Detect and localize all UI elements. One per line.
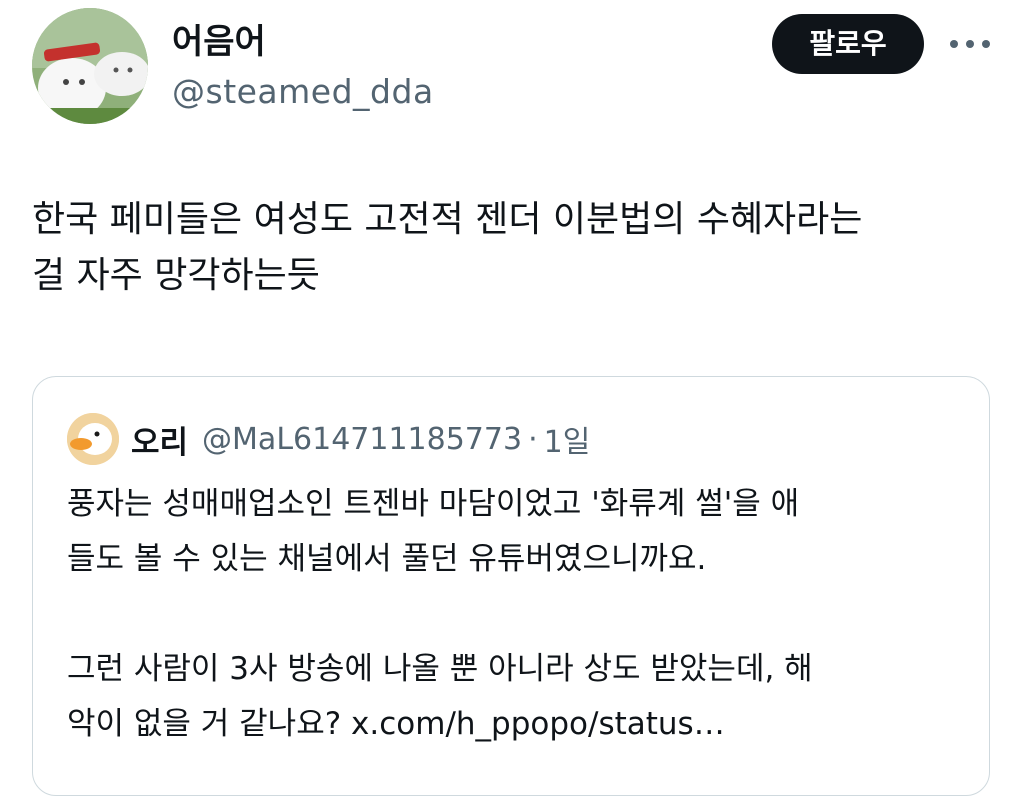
author-display-name[interactable]: 어음어 (172, 20, 266, 64)
tweet-text-line: 한국 페미들은 여성도 고전적 젠더 이분법의 수혜자라는 (32, 199, 863, 240)
follow-button[interactable]: 팔로우 (772, 14, 924, 74)
quote-text-line: 그런 사람이 3사 방송에 나올 뿐 아니라 상도 받았는데, 해 (67, 651, 813, 687)
duck-avatar-icon (67, 413, 119, 465)
quote-text-line: 풍자는 성매매업소인 트젠바 마담이었고 '화류계 썰'을 애 (67, 486, 800, 522)
quote-author-name[interactable]: 오리 (131, 417, 188, 462)
quote-author-avatar (67, 413, 119, 465)
quoted-tweet-card[interactable]: 오리 @MaL614711185773 · 1일 풍자는 성매매업소인 트젠바 … (32, 376, 990, 796)
more-horizontal-icon (950, 40, 990, 48)
quote-link[interactable]: x.com/h_ppopo/status… (351, 706, 725, 742)
more-options-button[interactable] (944, 28, 996, 60)
avatar-image (32, 8, 148, 124)
dot-separator: · (528, 421, 538, 457)
quote-text-line: 들도 볼 수 있는 채널에서 풀던 유튜버였으니까요. (67, 541, 707, 577)
quote-text-segment: 악이 없을 거 같나요? (67, 706, 352, 742)
quote-text-line: 악이 없을 거 같나요? x.com/h_ppopo/status… (67, 697, 957, 752)
tweet-text-line: 걸 자주 망각하는듯 (32, 255, 320, 296)
quote-author-handle[interactable]: @MaL614711185773 (202, 422, 522, 457)
tweet-text: 한국 페미들은 여성도 고전적 젠더 이분법의 수혜자라는 걸 자주 망각하는듯 (32, 192, 996, 304)
quote-header: 오리 @MaL614711185773 · 1일 (131, 413, 590, 465)
author-handle[interactable]: @steamed_dda (172, 70, 434, 114)
quote-timestamp[interactable]: 1일 (544, 417, 591, 461)
author-avatar[interactable] (32, 8, 148, 124)
quote-text: 풍자는 성매매업소인 트젠바 마담이었고 '화류계 썰'을 애 들도 볼 수 있… (67, 477, 957, 752)
